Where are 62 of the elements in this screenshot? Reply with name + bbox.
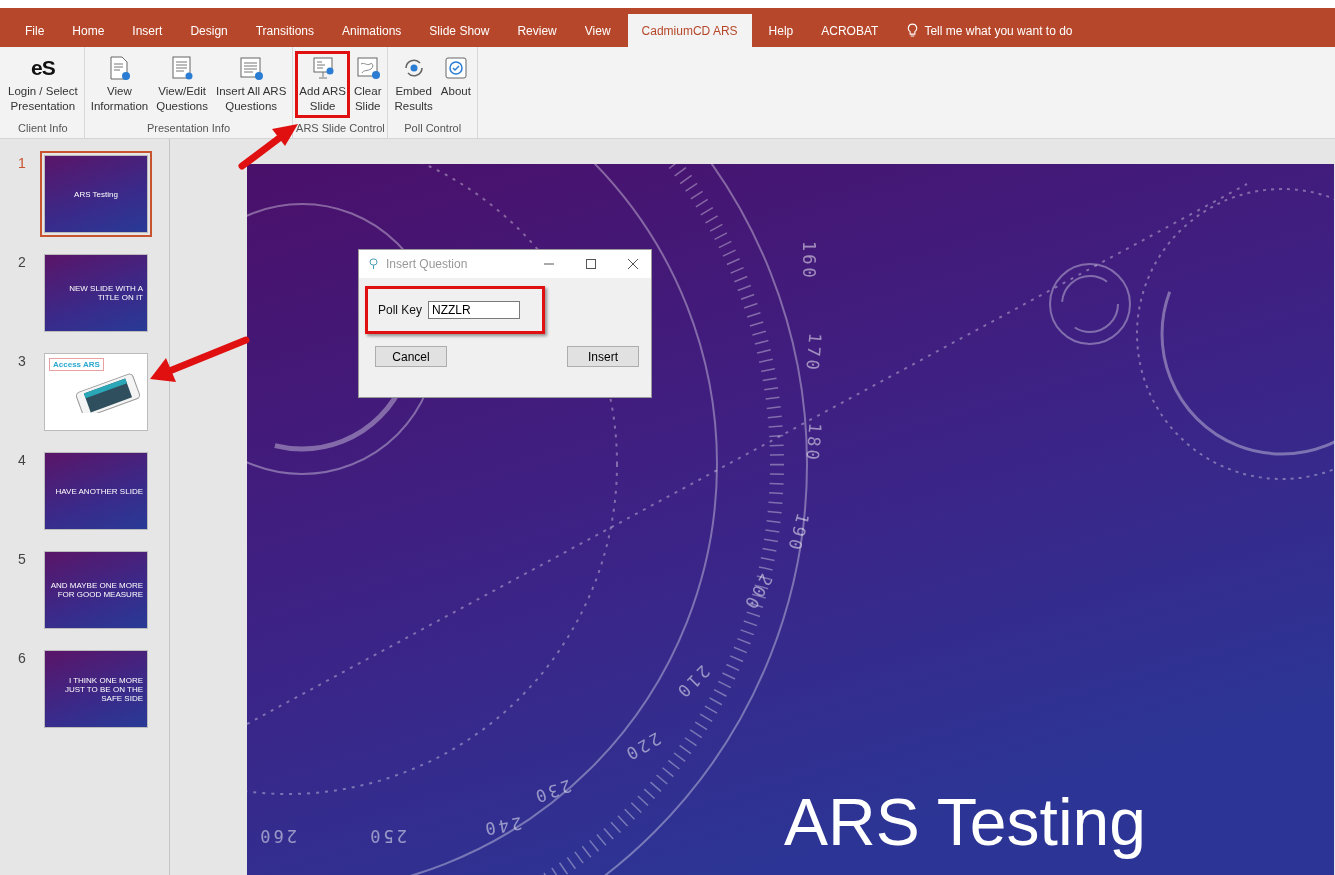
slide-number: 1 bbox=[17, 155, 27, 173]
thumbnail-title: ARS Testing bbox=[74, 189, 118, 199]
ribbon-button[interactable]: View/Edit Questions bbox=[152, 51, 212, 118]
dial-number: 190 bbox=[784, 511, 814, 551]
slide-number: 2 bbox=[17, 254, 27, 272]
thumbnail-title: AND MAYBE ONE MORE FOR GOOD MEASURE bbox=[49, 581, 143, 599]
slide-number: 3 bbox=[17, 353, 27, 371]
ribbon-button[interactable]: View Information bbox=[86, 51, 153, 118]
ribbon-tab[interactable]: CadmiumCD ARS bbox=[627, 14, 752, 47]
ribbon-button[interactable]: eS Login / Select Presentation bbox=[4, 51, 82, 118]
ribbon-group-label: ARS Slide Control bbox=[296, 122, 385, 136]
ribbon-button[interactable]: Add ARS Slide bbox=[295, 51, 350, 118]
lightbulb-icon bbox=[907, 23, 919, 38]
dial-number: 160 bbox=[799, 241, 819, 277]
ribbon-button[interactable]: About bbox=[436, 51, 475, 103]
slide-title: ARS Testing bbox=[784, 784, 1146, 860]
ribbon-tab[interactable]: Design bbox=[179, 14, 239, 47]
slide-thumbnail[interactable]: ARS Testing bbox=[40, 151, 152, 237]
dialog-button[interactable]: Cancel bbox=[375, 346, 447, 367]
ribbon-group-label: Poll Control bbox=[404, 122, 462, 136]
ribbon-tab[interactable]: View bbox=[573, 14, 622, 47]
maximize-icon[interactable] bbox=[585, 258, 597, 270]
dial-number: 230 bbox=[533, 775, 575, 807]
clear-slide-icon bbox=[354, 55, 381, 81]
ribbon-tab[interactable]: Insert bbox=[121, 14, 174, 47]
thumbnail-title: HAVE ANOTHER SLIDE bbox=[55, 486, 143, 496]
ribbon-group-label: Client Info bbox=[18, 122, 68, 136]
annotation-arrow bbox=[238, 124, 298, 170]
dial-number: 220 bbox=[623, 728, 665, 764]
tell-me-search-field[interactable]: Tell me what you want to do bbox=[924, 23, 1073, 38]
ribbon-tab[interactable]: ACROBAT bbox=[810, 14, 890, 47]
dial-number: 240 bbox=[484, 813, 524, 839]
ribbon-button[interactable]: Insert All ARS Questions bbox=[212, 51, 291, 118]
slide-number: 6 bbox=[17, 650, 27, 668]
ribbon-tab[interactable]: Help bbox=[757, 14, 805, 47]
ribbon-tab[interactable]: Animations bbox=[331, 14, 413, 47]
ribbon-tab[interactable]: Slide Show bbox=[418, 14, 501, 47]
dialog-button[interactable]: Insert bbox=[567, 346, 639, 367]
ribbon-tab[interactable]: Home bbox=[61, 14, 116, 47]
dialog-title: Insert Question bbox=[386, 257, 469, 271]
app-icon bbox=[369, 258, 378, 270]
dial-number: 180 bbox=[802, 422, 826, 460]
thumbnail-title: Access ARS bbox=[49, 358, 104, 371]
list-add-icon bbox=[238, 55, 265, 81]
ribbon-tab[interactable]: Review bbox=[506, 14, 568, 47]
ribbon-tab[interactable]: Transitions bbox=[244, 14, 325, 47]
gear-check-icon bbox=[442, 55, 469, 81]
poll-key-label: Poll Key bbox=[378, 303, 423, 317]
thumbnail-title: I THINK ONE MORE JUST TO BE ON THE SAFE SIDE bbox=[63, 675, 143, 703]
close-icon[interactable] bbox=[627, 258, 639, 270]
logo-icon: eS bbox=[31, 55, 55, 81]
thumbnail-title: NEW SLIDE WITH A TITLE ON IT bbox=[68, 284, 143, 302]
ribbon-button[interactable]: Clear Slide bbox=[350, 51, 386, 118]
ribbon-button[interactable]: Embed Results bbox=[390, 51, 437, 118]
dial-number: 250 bbox=[371, 826, 407, 846]
dial-number: 260 bbox=[261, 826, 297, 846]
ribbon-tab[interactable]: File bbox=[14, 14, 56, 47]
ribbon-group-label: Presentation Info bbox=[146, 122, 231, 136]
slide-number: 4 bbox=[17, 452, 27, 470]
dial-number: 170 bbox=[802, 332, 826, 370]
slide-number: 5 bbox=[17, 551, 27, 569]
poll-key-field[interactable]: NZZLR bbox=[428, 301, 521, 319]
